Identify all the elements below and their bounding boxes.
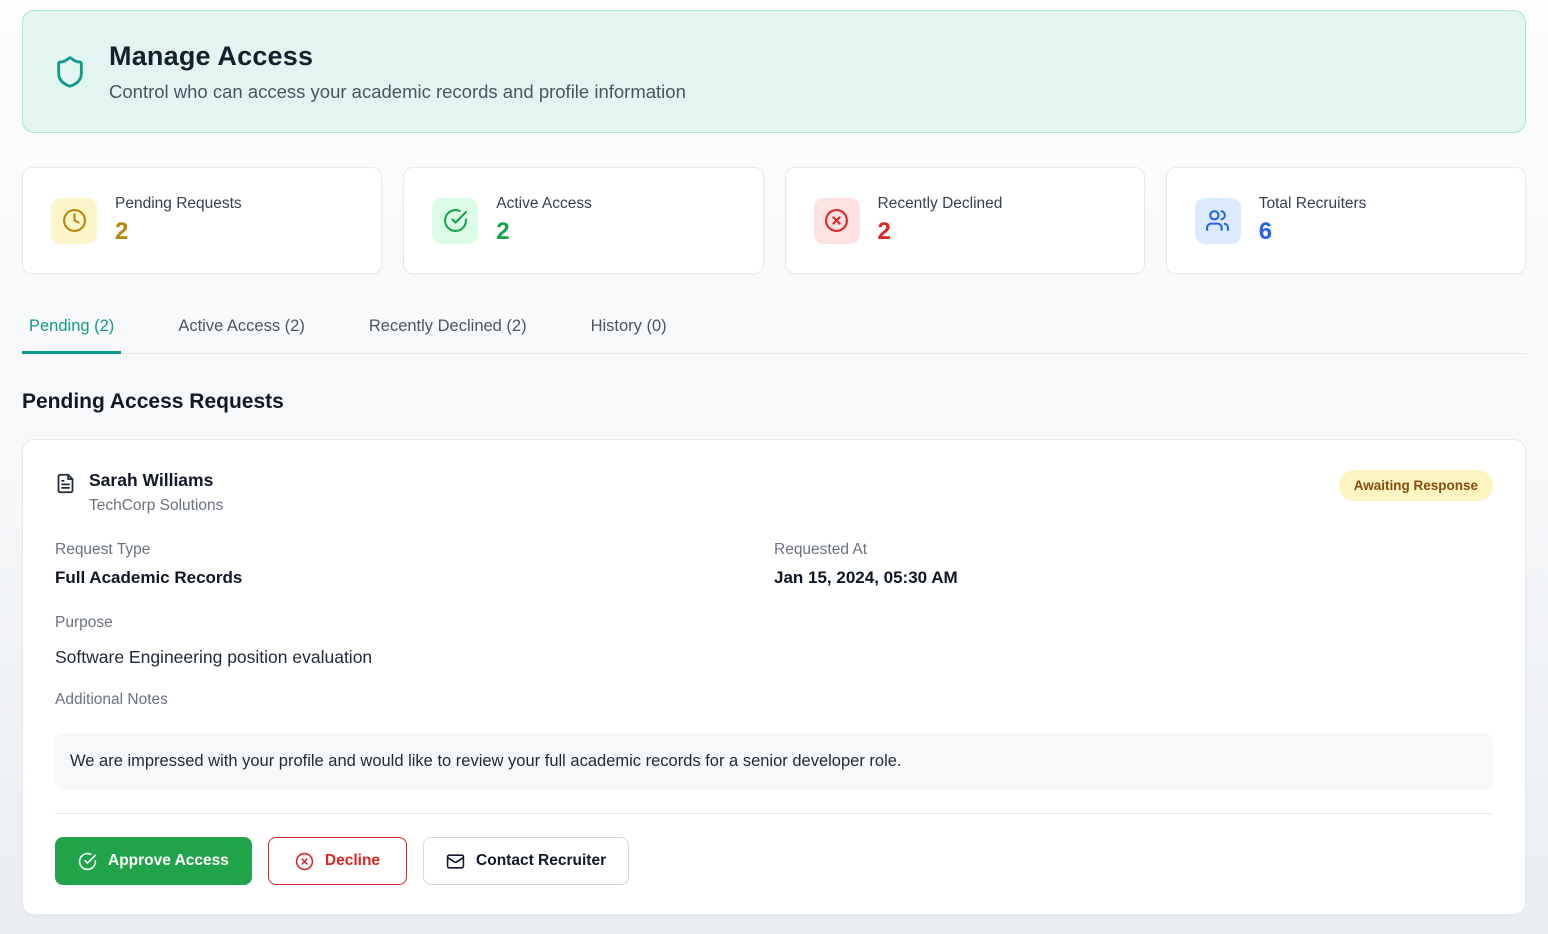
stat-value: 6 <box>1259 218 1367 246</box>
request-fields: Request Type Full Academic Records Reque… <box>55 541 1493 790</box>
stat-card-active-access: Active Access 2 <box>403 167 763 274</box>
mail-icon <box>446 852 465 871</box>
x-circle-icon <box>295 852 314 871</box>
field-purpose: Purpose Software Engineering position ev… <box>55 614 1493 668</box>
recruiter-name: Sarah Williams <box>89 470 223 491</box>
divider <box>55 813 1493 814</box>
field-notes: Additional Notes <box>55 691 1493 709</box>
file-text-icon <box>55 473 76 515</box>
stat-card-total-recruiters: Total Recruiters 6 <box>1166 167 1526 274</box>
stat-label: Active Access <box>496 195 592 213</box>
page-title: Manage Access <box>109 41 686 72</box>
field-request-type: Request Type Full Academic Records <box>55 541 774 588</box>
stat-label: Recently Declined <box>878 195 1003 213</box>
approve-access-button[interactable]: Approve Access <box>55 837 252 885</box>
stat-card-pending-requests: Pending Requests 2 <box>22 167 382 274</box>
field-label: Additional Notes <box>55 691 1493 709</box>
shield-icon <box>53 51 87 93</box>
requested-at-value: Jan 15, 2024, 05:30 AM <box>774 568 1493 588</box>
field-label: Request Type <box>55 541 774 559</box>
tab-history[interactable]: History (0) <box>584 305 674 354</box>
stat-value: 2 <box>878 218 1003 246</box>
x-circle-icon <box>814 198 860 244</box>
decline-button[interactable]: Decline <box>268 837 407 885</box>
manage-access-banner: Manage Access Control who can access you… <box>22 10 1526 133</box>
stats-row: Pending Requests 2 Active Access 2 <box>22 167 1526 274</box>
field-label: Requested At <box>774 541 1493 559</box>
tab-pending[interactable]: Pending (2) <box>22 305 121 354</box>
field-label: Purpose <box>55 614 1493 632</box>
recruiter-company: TechCorp Solutions <box>89 497 223 515</box>
stat-card-recently-declined: Recently Declined 2 <box>785 167 1145 274</box>
manage-access-page: Manage Access Control who can access you… <box>0 0 1548 915</box>
tab-active-access[interactable]: Active Access (2) <box>171 305 312 354</box>
pending-request-card: Sarah Williams TechCorp Solutions Awaiti… <box>22 439 1526 915</box>
check-circle-icon <box>78 852 97 871</box>
request-header: Sarah Williams TechCorp Solutions Awaiti… <box>55 470 1493 515</box>
status-badge: Awaiting Response <box>1339 470 1493 501</box>
stat-label: Total Recruiters <box>1259 195 1367 213</box>
page-subtitle: Control who can access your academic rec… <box>109 81 686 103</box>
contact-recruiter-button[interactable]: Contact Recruiter <box>423 837 629 885</box>
additional-notes-box: We are impressed with your profile and w… <box>55 733 1493 790</box>
check-circle-icon <box>432 198 478 244</box>
tab-recently-declined[interactable]: Recently Declined (2) <box>362 305 534 354</box>
stat-value: 2 <box>115 218 242 246</box>
request-actions: Approve Access Decline Contact Recruiter <box>55 837 1493 885</box>
purpose-value: Software Engineering position evaluation <box>55 647 1493 668</box>
tab-bar: Pending (2) Active Access (2) Recently D… <box>22 305 1526 354</box>
stat-value: 2 <box>496 218 592 246</box>
request-type-value: Full Academic Records <box>55 568 774 588</box>
stat-label: Pending Requests <box>115 195 242 213</box>
users-icon <box>1195 198 1241 244</box>
section-title: Pending Access Requests <box>22 390 1526 414</box>
clock-icon <box>51 198 97 244</box>
field-requested-at: Requested At Jan 15, 2024, 05:30 AM <box>774 541 1493 588</box>
banner-text: Manage Access Control who can access you… <box>109 41 686 103</box>
